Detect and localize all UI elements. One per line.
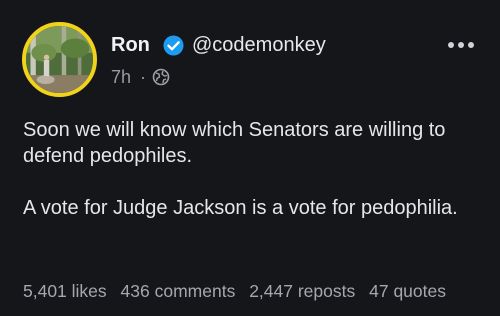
post-card: Ron @codemonkey 7h · Soon we will know w…	[0, 0, 500, 316]
engagement-stats: 5,401 likes 436 comments 2,447 reposts 4…	[23, 280, 446, 302]
post-paragraph: Soon we will know which Senators are wil…	[23, 119, 446, 167]
author-name[interactable]: Ron	[111, 33, 150, 57]
avatar-photo	[26, 26, 93, 93]
verified-badge-icon	[163, 35, 184, 56]
post-timestamp[interactable]: 7h	[111, 66, 131, 88]
post-body: Soon we will know which Senators are wil…	[23, 117, 483, 221]
avatar[interactable]	[22, 22, 97, 97]
meta-separator: ·	[140, 67, 146, 87]
globe-icon	[152, 68, 170, 86]
reposts-count[interactable]: 2,447 reposts	[249, 280, 355, 302]
post-paragraph: A vote for Judge Jackson is a vote for p…	[23, 197, 458, 219]
author-handle[interactable]: @codemonkey	[192, 33, 326, 57]
quotes-count[interactable]: 47 quotes	[369, 280, 446, 302]
comments-count[interactable]: 436 comments	[121, 280, 236, 302]
more-options-icon[interactable]	[446, 40, 476, 50]
likes-count[interactable]: 5,401 likes	[23, 280, 107, 302]
